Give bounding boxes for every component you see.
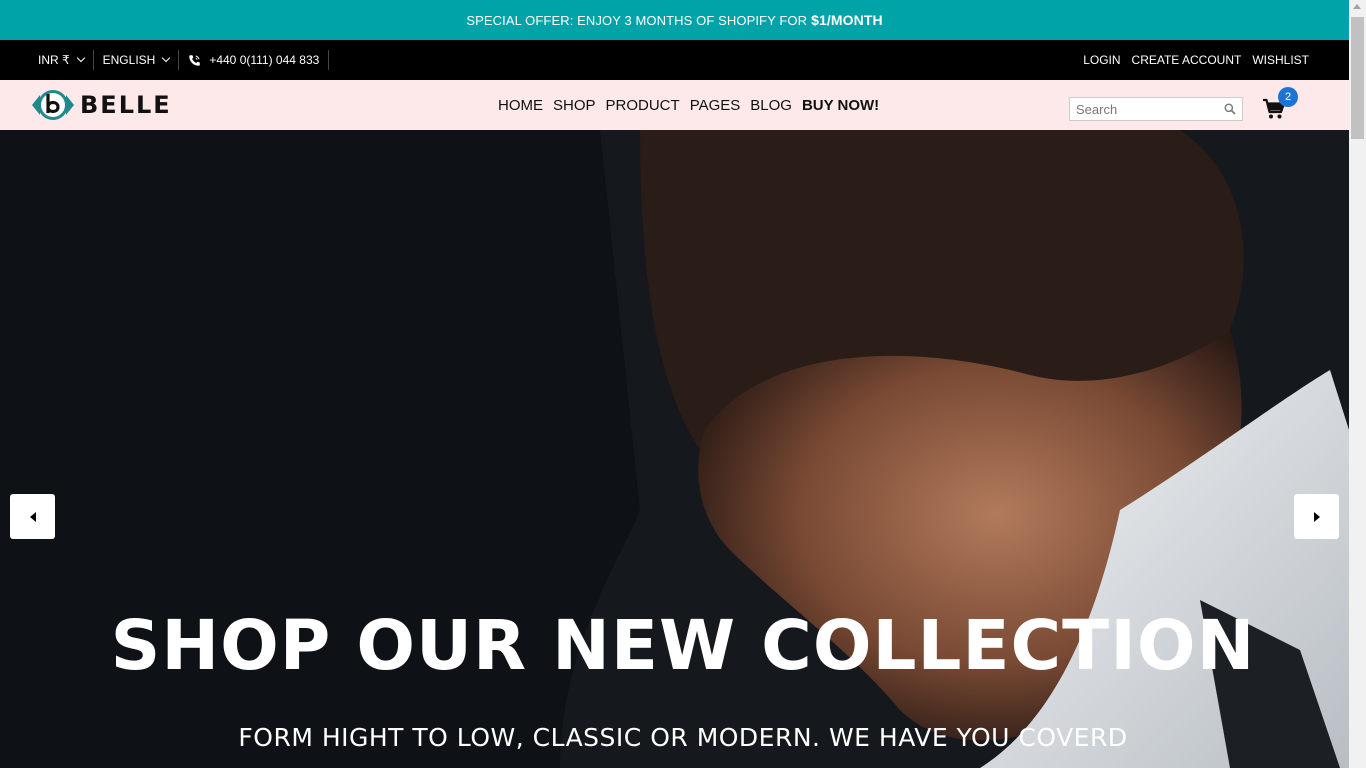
nav-product[interactable]: PRODUCT (606, 97, 680, 114)
logo-mark-icon (32, 90, 74, 120)
language-label: ENGLISH (102, 53, 156, 67)
slider-prev-button[interactable] (10, 494, 55, 539)
scrollbar-thumb[interactable] (1351, 17, 1364, 139)
nav-shop[interactable]: SHOP (553, 97, 596, 114)
logo-text: BELLE (80, 91, 172, 119)
phone-number: +440 0(111) 044 833 (209, 53, 320, 67)
search-icon[interactable] (1224, 103, 1236, 115)
arrow-left-icon (29, 511, 36, 522)
arrow-right-icon (1313, 511, 1320, 522)
top-utility-bar: INR ₹ ENGLISH +440 0(111) 044 833 LOGIN … (0, 40, 1349, 80)
main-nav: HOME SHOP PRODUCT PAGES BLOG BUY NOW! (498, 80, 879, 130)
promo-highlight: $1/MONTH (811, 12, 883, 28)
hero-slider: SHOP OUR NEW COLLECTION FORM HIGHT TO LO… (0, 130, 1349, 768)
promo-text: SPECIAL OFFER: ENJOY 3 MONTHS OF SHOPIFY… (466, 12, 808, 28)
login-link[interactable]: LOGIN (1083, 53, 1120, 67)
phone-icon (189, 54, 201, 66)
scroll-up-icon[interactable] (1353, 4, 1361, 9)
chevron-down-icon (162, 53, 171, 63)
nav-blog[interactable]: BLOG (750, 97, 792, 114)
nav-home[interactable]: HOME (498, 97, 543, 114)
site-logo[interactable]: BELLE (30, 87, 172, 123)
phone-contact: +440 0(111) 044 833 (179, 50, 330, 70)
currency-label: INR ₹ (38, 53, 70, 67)
hero-title: SHOP OUR NEW COLLECTION (110, 606, 1256, 686)
search-input[interactable] (1070, 99, 1220, 119)
create-account-link[interactable]: CREATE ACCOUNT (1132, 53, 1242, 67)
wishlist-link[interactable]: WISHLIST (1252, 53, 1309, 67)
nav-buy-now[interactable]: BUY NOW! (802, 97, 879, 114)
language-selector[interactable]: ENGLISH (94, 50, 180, 70)
chevron-down-icon (76, 53, 85, 63)
slider-next-button[interactable] (1294, 494, 1339, 539)
page-scrollbar[interactable] (1349, 0, 1366, 768)
promo-banner: SPECIAL OFFER: ENJOY 3 MONTHS OF SHOPIFY… (0, 0, 1349, 40)
currency-selector[interactable]: INR ₹ (30, 50, 94, 70)
search-box (1069, 97, 1243, 121)
nav-pages[interactable]: PAGES (690, 97, 741, 114)
cart-count-badge: 2 (1278, 87, 1298, 107)
hero-subtitle: FORM HIGHT TO LOW, CLASSIC OR MODERN. WE… (238, 723, 1128, 752)
